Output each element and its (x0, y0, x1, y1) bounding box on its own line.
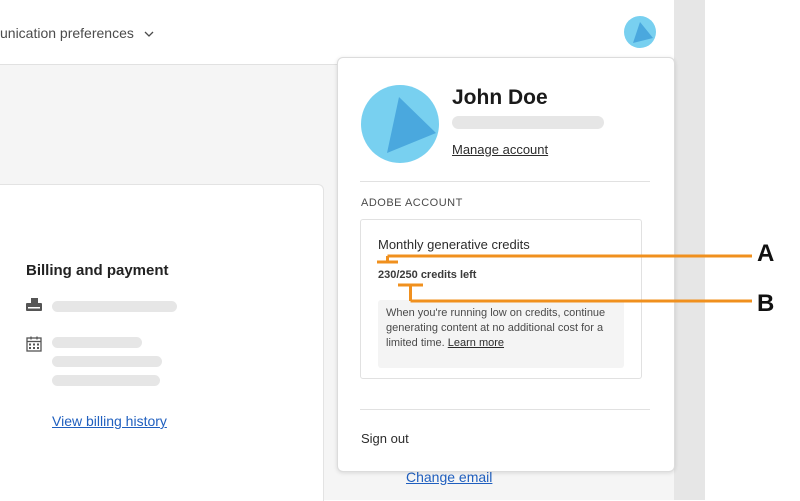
email-skeleton (452, 116, 604, 129)
nav-communication-preferences-label: unication preferences (0, 25, 134, 41)
popover-divider-top (360, 181, 650, 182)
profile-avatar-shape (387, 97, 436, 153)
avatar-shape (633, 22, 653, 43)
profile-avatar-icon (361, 85, 439, 163)
callout-letter-a: A (757, 240, 775, 267)
chevron-down-icon (144, 31, 154, 38)
page-gutter (674, 0, 705, 500)
popover-divider-bottom (360, 409, 650, 410)
user-name: John Doe (452, 86, 548, 109)
user-avatar-icon[interactable] (624, 16, 656, 48)
credits-title: Monthly generative credits (378, 237, 530, 252)
billing-method-skeleton (52, 301, 177, 312)
page-margin (705, 0, 800, 500)
top-bar: unication preferences (0, 0, 674, 65)
account-popover: John Doe Manage account ADOBE ACCOUNT Mo… (337, 57, 675, 472)
credits-box: Monthly generative credits 230/250 credi… (360, 219, 642, 379)
credits-count: 230/250 credits left (378, 269, 477, 281)
billing-title: Billing and payment (26, 262, 169, 279)
credit-card-icon (26, 298, 42, 311)
nav-communication-preferences[interactable]: unication preferences (0, 25, 154, 41)
billing-card: Billing and payment View billing history (0, 184, 324, 501)
credits-info-box: When you're running low on credits, cont… (378, 300, 624, 368)
section-label-adobe-account: ADOBE ACCOUNT (361, 197, 463, 209)
billing-date-skeleton-3 (52, 375, 160, 386)
billing-date-skeleton-2 (52, 356, 162, 367)
calendar-icon (26, 336, 42, 352)
billing-date-skeleton-1 (52, 337, 142, 348)
view-billing-history-link[interactable]: View billing history (52, 413, 167, 429)
sign-out-button[interactable]: Sign out (361, 431, 409, 446)
callout-letter-b: B (757, 290, 775, 317)
learn-more-link[interactable]: Learn more (448, 337, 504, 349)
manage-account-link[interactable]: Manage account (452, 142, 548, 157)
